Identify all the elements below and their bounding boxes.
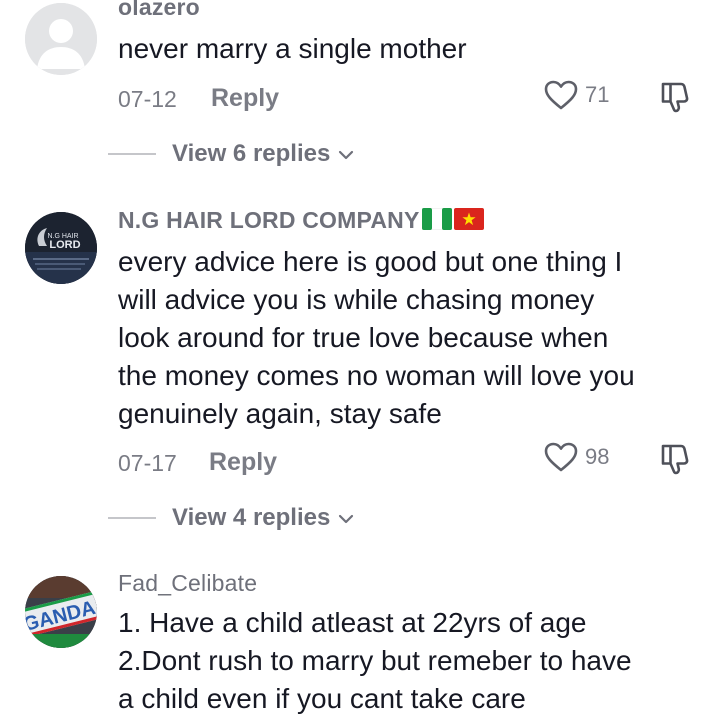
comment-text: 1. Have a child atleast at 22yrs of age … xyxy=(118,607,632,714)
avatar[interactable]: GANDA xyxy=(25,576,97,648)
plate-avatar: GANDA xyxy=(25,576,97,648)
comment-item: GANDA Fad_Celibate 1. Have a child atlea… xyxy=(0,0,719,725)
comment-username[interactable]: Fad_Celibate xyxy=(118,570,257,597)
